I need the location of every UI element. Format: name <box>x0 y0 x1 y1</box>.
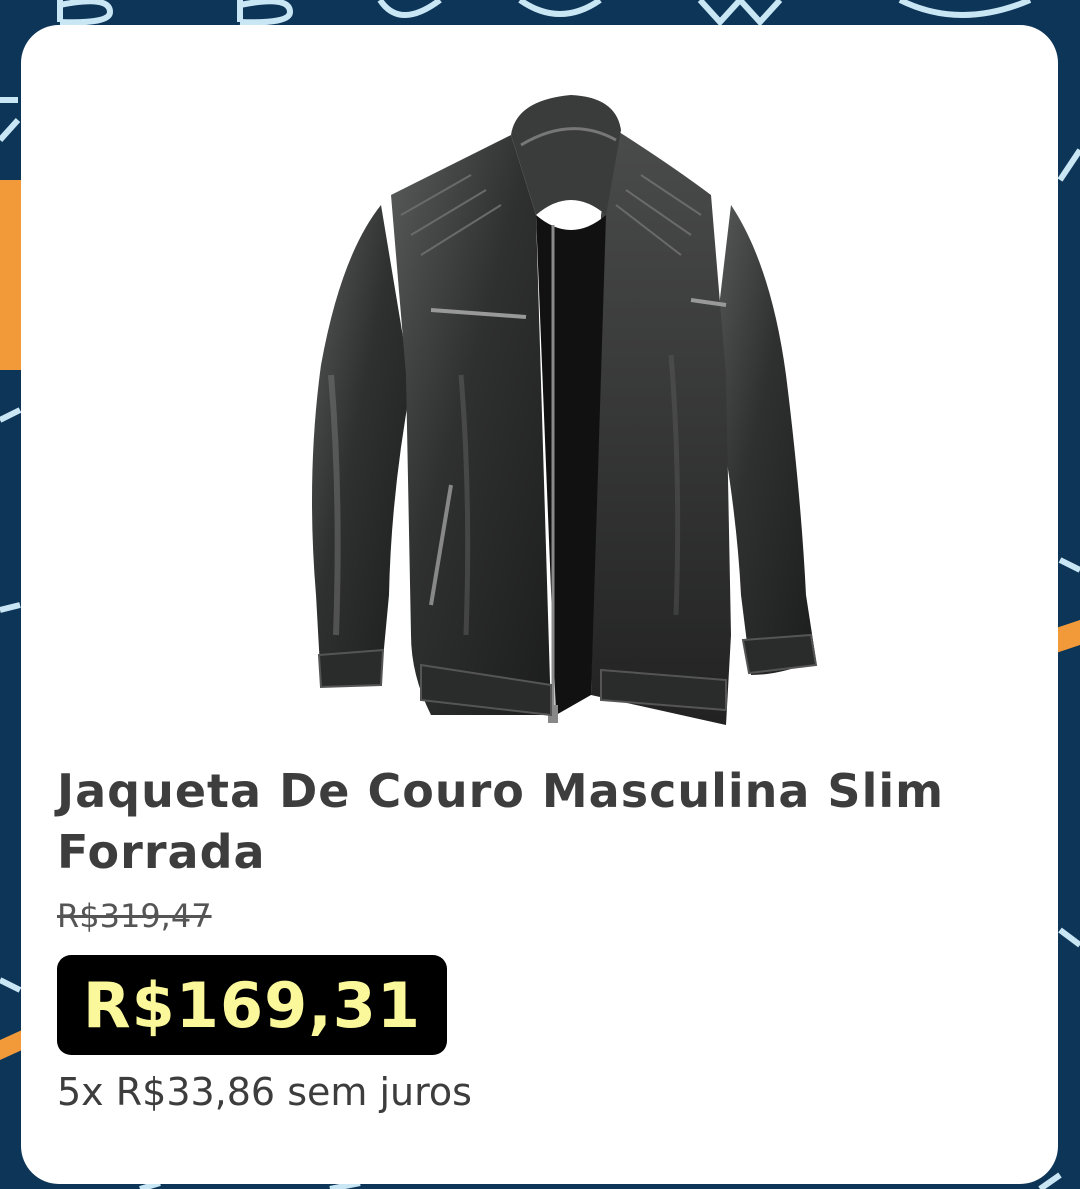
old-price: R$319,47 <box>57 897 212 935</box>
product-title[interactable]: Jaqueta De Couro Masculina Slim Forrada <box>57 761 1017 883</box>
product-image[interactable] <box>271 75 831 755</box>
current-price: R$169,31 <box>82 968 422 1042</box>
product-card[interactable]: Jaqueta De Couro Masculina Slim Forrada … <box>21 25 1058 1184</box>
installments-info: 5x R$33,86 sem juros <box>57 1070 472 1114</box>
price-badge: R$169,31 <box>57 955 447 1055</box>
